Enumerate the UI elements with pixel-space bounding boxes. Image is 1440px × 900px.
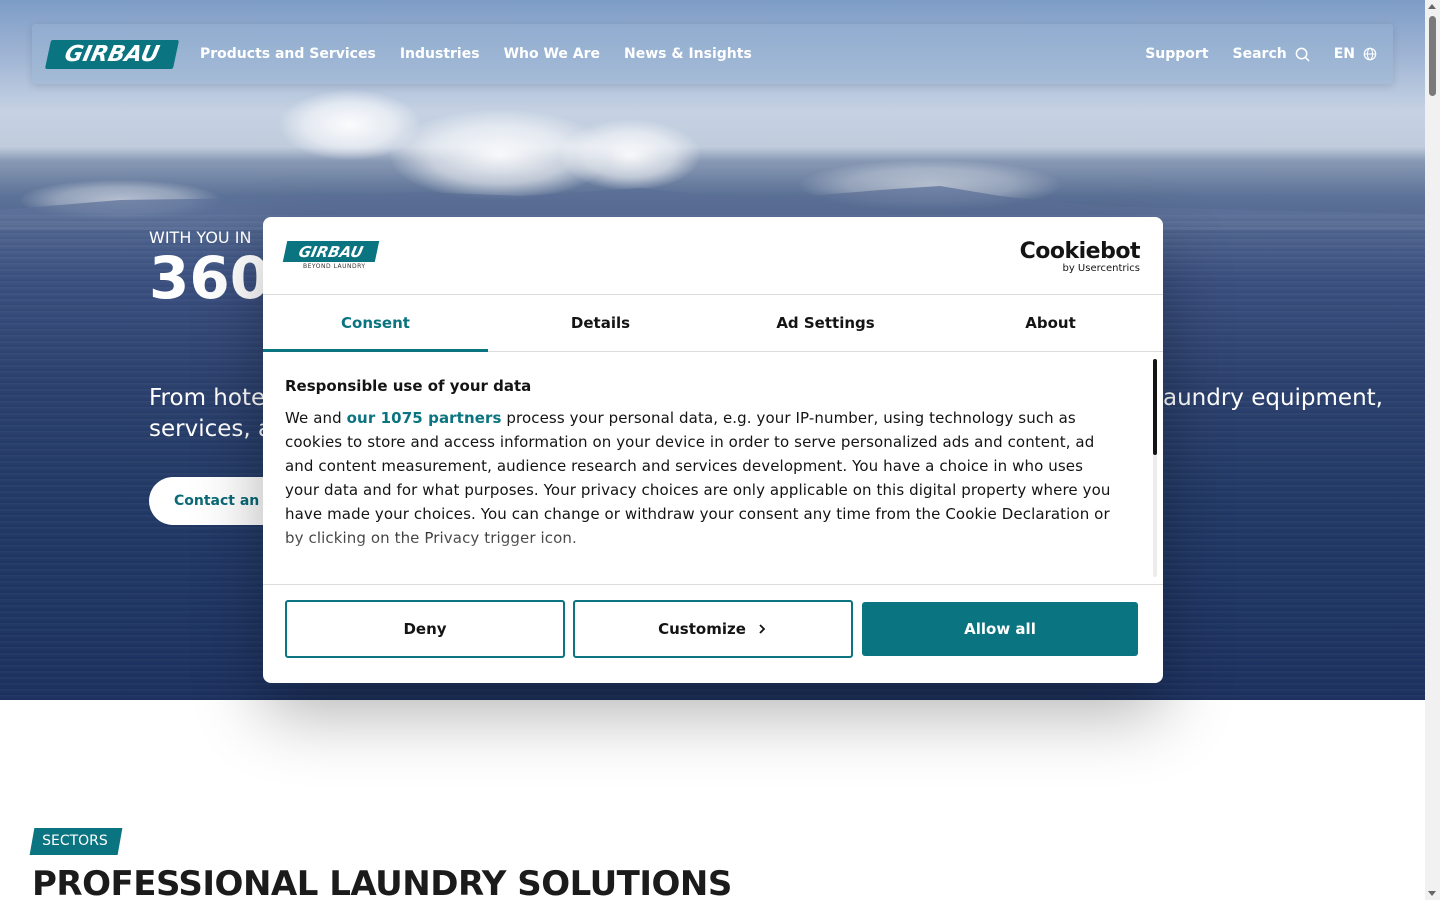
globe-icon (1363, 47, 1377, 61)
customize-button[interactable]: Customize (573, 600, 853, 658)
language-selector[interactable]: EN (1334, 46, 1377, 62)
page-scrollbar[interactable] (1425, 0, 1440, 900)
tab-ad-settings[interactable]: Ad Settings (713, 295, 938, 351)
logo-tagline: BEYOND LAUNDRY (303, 263, 366, 270)
contact-expert-label: Contact an E (174, 493, 274, 509)
top-navigation: GIRBAU Products and Services Industries … (32, 24, 1393, 84)
partners-link[interactable]: our 1075 partners (347, 409, 502, 427)
deny-button[interactable]: Deny (285, 600, 565, 658)
cookie-consent-dialog: GIRBAU BEYOND LAUNDRY Cookiebot by Userc… (263, 217, 1163, 683)
allow-all-button[interactable]: Allow all (862, 602, 1138, 656)
dialog-scrollbar[interactable] (1153, 359, 1157, 577)
tab-about[interactable]: About (938, 295, 1163, 351)
scroll-up-arrow[interactable] (1428, 4, 1436, 9)
consent-text-prefix: We and (285, 409, 347, 427)
chevron-right-icon (759, 624, 766, 634)
hero-subtitle-right-1: al laundry equipment, (1128, 385, 1383, 411)
consent-heading: Responsible use of your data (285, 377, 532, 395)
scroll-down-arrow[interactable] (1428, 891, 1436, 896)
tab-consent[interactable]: Consent (263, 295, 488, 352)
dialog-tabs: Consent Details Ad Settings About (263, 295, 1163, 352)
dialog-actions: Deny Customize Allow all (285, 600, 1141, 660)
cookiebot-name: Cookiebot (1019, 239, 1141, 264)
search-label: Search (1232, 46, 1287, 62)
body-fade (263, 524, 1143, 584)
scrollbar-thumb[interactable] (1429, 16, 1436, 96)
dialog-header: GIRBAU BEYOND LAUNDRY Cookiebot by Userc… (263, 217, 1163, 295)
nav-support[interactable]: Support (1145, 46, 1208, 62)
girbau-logo[interactable]: GIRBAU (44, 39, 180, 69)
tab-details[interactable]: Details (488, 295, 713, 351)
nav-news-insights[interactable]: News & Insights (624, 46, 752, 62)
allow-all-label: Allow all (964, 620, 1036, 638)
section-title: PROFESSIONAL LAUNDRY SOLUTIONS (32, 864, 732, 900)
language-label: EN (1333, 46, 1355, 62)
nav-who-we-are[interactable]: Who We Are (504, 46, 600, 62)
dialog-scrollbar-thumb[interactable] (1153, 359, 1157, 455)
sectors-tag: SECTORS (29, 828, 123, 855)
dialog-girbau-logo: GIRBAU BEYOND LAUNDRY (282, 241, 380, 271)
nav-products-and-services[interactable]: Products and Services (200, 46, 376, 62)
search-button[interactable]: Search (1233, 46, 1310, 62)
dialog-body[interactable]: Responsible use of your data We and our … (263, 353, 1163, 585)
hero-subtitle-left-2: services, a (149, 416, 273, 442)
nav-industries[interactable]: Industries (400, 46, 480, 62)
cookiebot-logo: Cookiebot by Usercentrics (1019, 239, 1141, 274)
nav-links: Products and Services Industries Who We … (200, 46, 752, 62)
deny-label: Deny (403, 620, 447, 638)
nav-utilities: Support Search EN (1145, 46, 1377, 62)
sectors-tag-label: SECTORS (42, 833, 108, 849)
customize-label: Customize (658, 620, 746, 638)
search-icon (1295, 47, 1310, 62)
